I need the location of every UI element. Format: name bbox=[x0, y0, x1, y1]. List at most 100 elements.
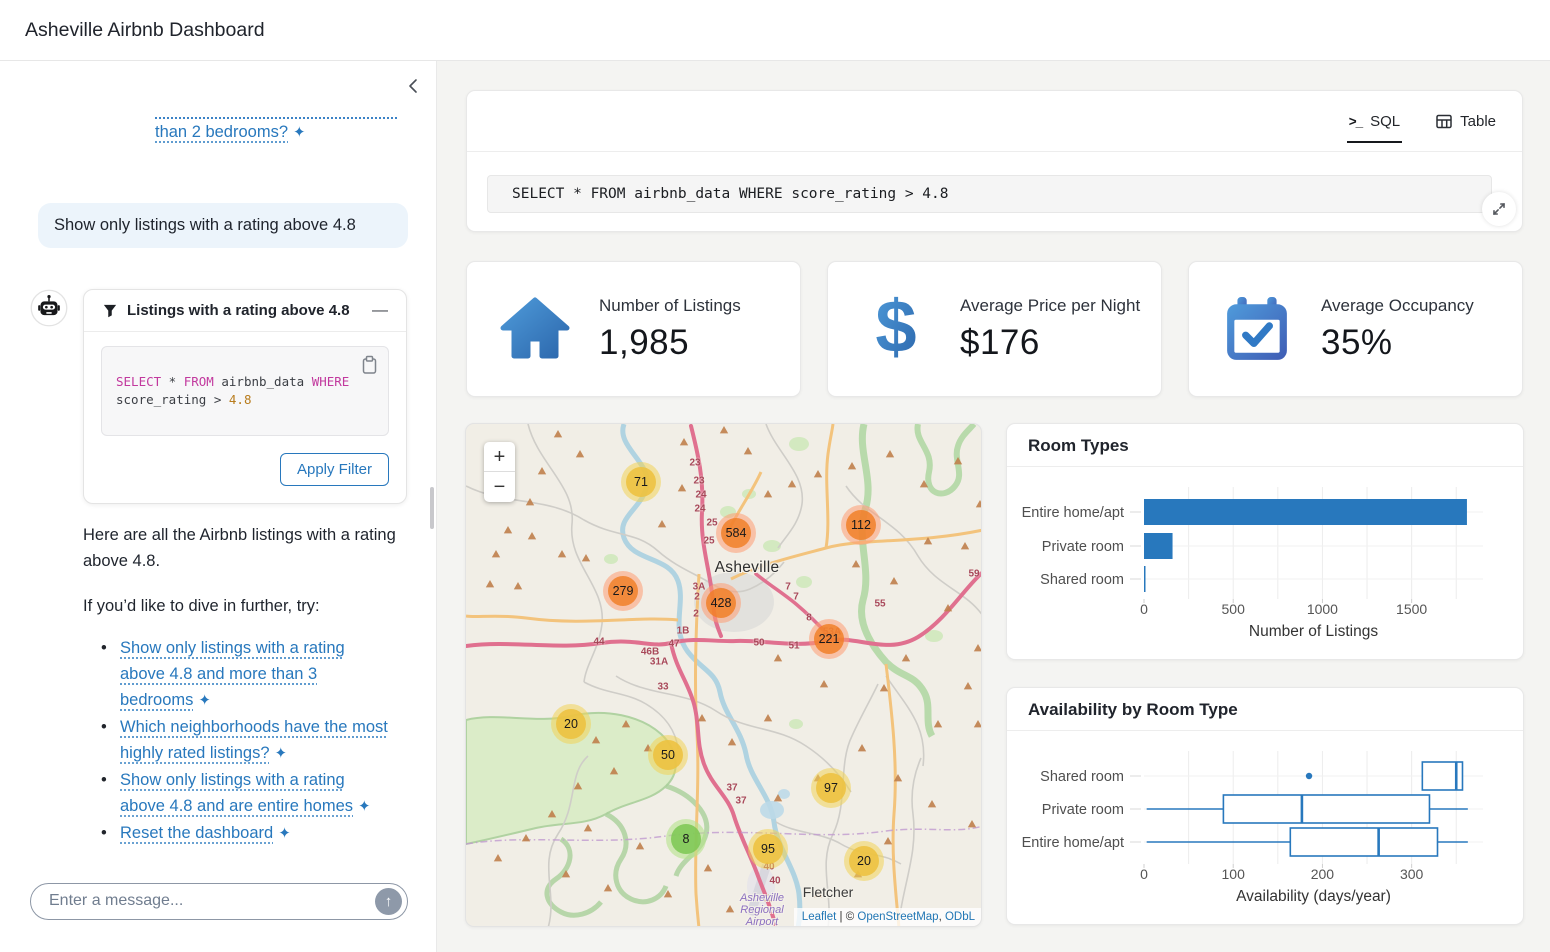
suggestion-link[interactable]: Show only listings with a rating above 4… bbox=[120, 639, 345, 709]
map-cluster-marker[interactable]: 279 bbox=[603, 571, 643, 611]
svg-text:500: 500 bbox=[1222, 601, 1246, 617]
svg-text:200: 200 bbox=[1311, 866, 1335, 882]
truncated-suggestion-link[interactable]: than 2 bedrooms?✦ bbox=[155, 117, 397, 142]
sparkle-icon: ✦ bbox=[358, 798, 371, 815]
svg-text:1000: 1000 bbox=[1307, 601, 1338, 617]
road-number-label: 40 bbox=[769, 876, 780, 887]
road-number-label: 50 bbox=[753, 638, 764, 649]
zoom-out-button[interactable]: − bbox=[484, 472, 515, 502]
user-message: Show only listings with a rating above 4… bbox=[38, 203, 408, 248]
road-number-label: 33 bbox=[657, 682, 668, 693]
svg-text:Private room: Private room bbox=[1042, 802, 1124, 818]
dollar-icon: $ bbox=[858, 292, 934, 366]
suggestion-link[interactable]: Reset the dashboard✦ bbox=[120, 824, 291, 842]
stat-value: $176 bbox=[960, 323, 1140, 363]
stat-card-listings: Number of Listings 1,985 bbox=[466, 261, 801, 397]
map-cluster-marker[interactable]: 71 bbox=[621, 462, 661, 502]
stat-card-occupancy: Average Occupancy 35% bbox=[1188, 261, 1523, 397]
availability-box-plot: 0100200300Shared roomPrivate roomEntire … bbox=[1007, 731, 1523, 925]
leaflet-link[interactable]: Leaflet bbox=[802, 911, 837, 923]
list-item: Show only listings with a rating above 4… bbox=[101, 635, 391, 714]
road-number-label: 7 bbox=[785, 582, 791, 593]
town-label: Fletcher bbox=[803, 884, 854, 900]
map-cluster-marker[interactable]: 428 bbox=[701, 583, 741, 623]
svg-text:Shared room: Shared room bbox=[1040, 769, 1124, 785]
odbl-link[interactable]: ODbL bbox=[945, 911, 975, 923]
suggestion-link[interactable]: than 2 bedrooms?✦ bbox=[155, 123, 306, 141]
svg-text:Shared room: Shared room bbox=[1040, 572, 1124, 588]
send-button[interactable]: ↑ bbox=[375, 888, 402, 915]
stat-value: 35% bbox=[1321, 323, 1474, 363]
road-number-label: 31A bbox=[650, 657, 668, 668]
svg-text:300: 300 bbox=[1400, 866, 1424, 882]
road-number-label: 44 bbox=[593, 637, 604, 648]
chart-title: Room Types bbox=[1007, 424, 1523, 467]
bot-avatar-icon bbox=[30, 289, 68, 327]
road-number-label: 7 bbox=[793, 592, 799, 603]
svg-text:100: 100 bbox=[1222, 866, 1246, 882]
sidebar-collapse-icon[interactable] bbox=[405, 77, 423, 95]
map-cluster-marker[interactable]: 20 bbox=[551, 704, 591, 744]
map-attribution: Leaflet | © OpenStreetMap, ODbL bbox=[794, 908, 981, 926]
map-cluster-marker[interactable]: 95 bbox=[748, 829, 788, 869]
filter-card: Listings with a rating above 4.8 — SELEC… bbox=[83, 289, 407, 504]
suggestion-list: Show only listings with a rating above 4… bbox=[101, 635, 391, 847]
map-cluster-marker[interactable]: 221 bbox=[809, 619, 849, 659]
expand-button[interactable] bbox=[1482, 192, 1516, 226]
stat-value: 1,985 bbox=[599, 323, 741, 363]
osm-link[interactable]: OpenStreetMap bbox=[857, 911, 938, 923]
zoom-in-button[interactable]: + bbox=[484, 442, 515, 472]
stat-label: Average Occupancy bbox=[1321, 296, 1474, 316]
filter-card-collapse-button[interactable]: — bbox=[368, 301, 392, 321]
bot-response-text: Here are all the Airbnb listings with a … bbox=[83, 522, 399, 574]
road-number-label: 24 bbox=[694, 504, 705, 515]
view-tabs: >_ SQL Table bbox=[1349, 91, 1496, 151]
suggestion-link[interactable]: Show only listings with a rating above 4… bbox=[120, 771, 371, 815]
stat-card-price: $ Average Price per Night $176 bbox=[827, 261, 1162, 397]
map-cluster-marker[interactable]: 584 bbox=[716, 513, 756, 553]
road-number-label: 37 bbox=[735, 796, 746, 807]
svg-text:Number of Listings: Number of Listings bbox=[1249, 623, 1378, 640]
stat-label: Average Price per Night bbox=[960, 296, 1140, 316]
road-number-label: 55 bbox=[874, 599, 885, 610]
listings-map[interactable]: 7158411227942822120509789520 23232424252… bbox=[465, 423, 982, 927]
page-title: Asheville Airbnb Dashboard bbox=[25, 0, 265, 61]
message-input-bar: ↑ bbox=[30, 883, 408, 920]
calendar-check-icon bbox=[1219, 295, 1295, 363]
map-cluster-marker[interactable]: 20 bbox=[844, 841, 884, 881]
sql-query-display: SELECT * FROM airbnb_data WHERE score_ra… bbox=[487, 175, 1492, 213]
chart-title: Availability by Room Type bbox=[1007, 688, 1523, 731]
bot-response-text: If you’d like to dive in further, try: bbox=[83, 593, 399, 619]
table-icon bbox=[1436, 114, 1452, 129]
svg-text:Private room: Private room bbox=[1042, 539, 1124, 555]
suggestion-link[interactable]: Which neighborhoods have the most highly… bbox=[120, 718, 388, 762]
apply-filter-button[interactable]: Apply Filter bbox=[280, 453, 389, 486]
map-cluster-marker[interactable]: 97 bbox=[811, 768, 851, 808]
message-input[interactable] bbox=[49, 885, 369, 917]
airport-label: Asheville Regional Airport bbox=[727, 892, 797, 927]
availability-card: Availability by Room Type 0100200300Shar… bbox=[1006, 687, 1524, 925]
road-number-label: 59 bbox=[968, 569, 979, 580]
road-number-label: 23 bbox=[689, 458, 700, 469]
map-cluster-marker[interactable]: 112 bbox=[841, 505, 881, 545]
sparkle-icon: ✦ bbox=[278, 825, 291, 842]
list-item: Reset the dashboard✦ bbox=[101, 820, 391, 847]
sql-panel: >_ SQL Table SELECT * FROM airbnb_data W… bbox=[466, 90, 1523, 232]
filter-sql-code: SELECT * FROM airbnb_data WHERE score_ra… bbox=[101, 346, 389, 436]
filter-card-title: Listings with a rating above 4.8 bbox=[127, 302, 368, 319]
svg-text:Entire home/apt: Entire home/apt bbox=[1022, 505, 1124, 521]
road-number-label: 37 bbox=[726, 783, 737, 794]
sidebar-scrollbar[interactable] bbox=[430, 487, 434, 529]
divider bbox=[84, 331, 406, 332]
copy-icon[interactable] bbox=[359, 354, 379, 376]
list-item: Which neighborhoods have the most highly… bbox=[101, 714, 391, 767]
house-icon bbox=[497, 296, 573, 362]
tab-sql[interactable]: >_ SQL bbox=[1349, 91, 1400, 151]
app-header: Asheville Airbnb Dashboard bbox=[0, 0, 1550, 61]
svg-text:0: 0 bbox=[1140, 601, 1148, 617]
tab-table[interactable]: Table bbox=[1436, 91, 1496, 151]
map-cluster-marker[interactable]: 8 bbox=[666, 819, 706, 859]
map-cluster-marker[interactable]: 50 bbox=[648, 735, 688, 775]
svg-text:$: $ bbox=[875, 292, 916, 366]
svg-text:1500: 1500 bbox=[1396, 601, 1427, 617]
